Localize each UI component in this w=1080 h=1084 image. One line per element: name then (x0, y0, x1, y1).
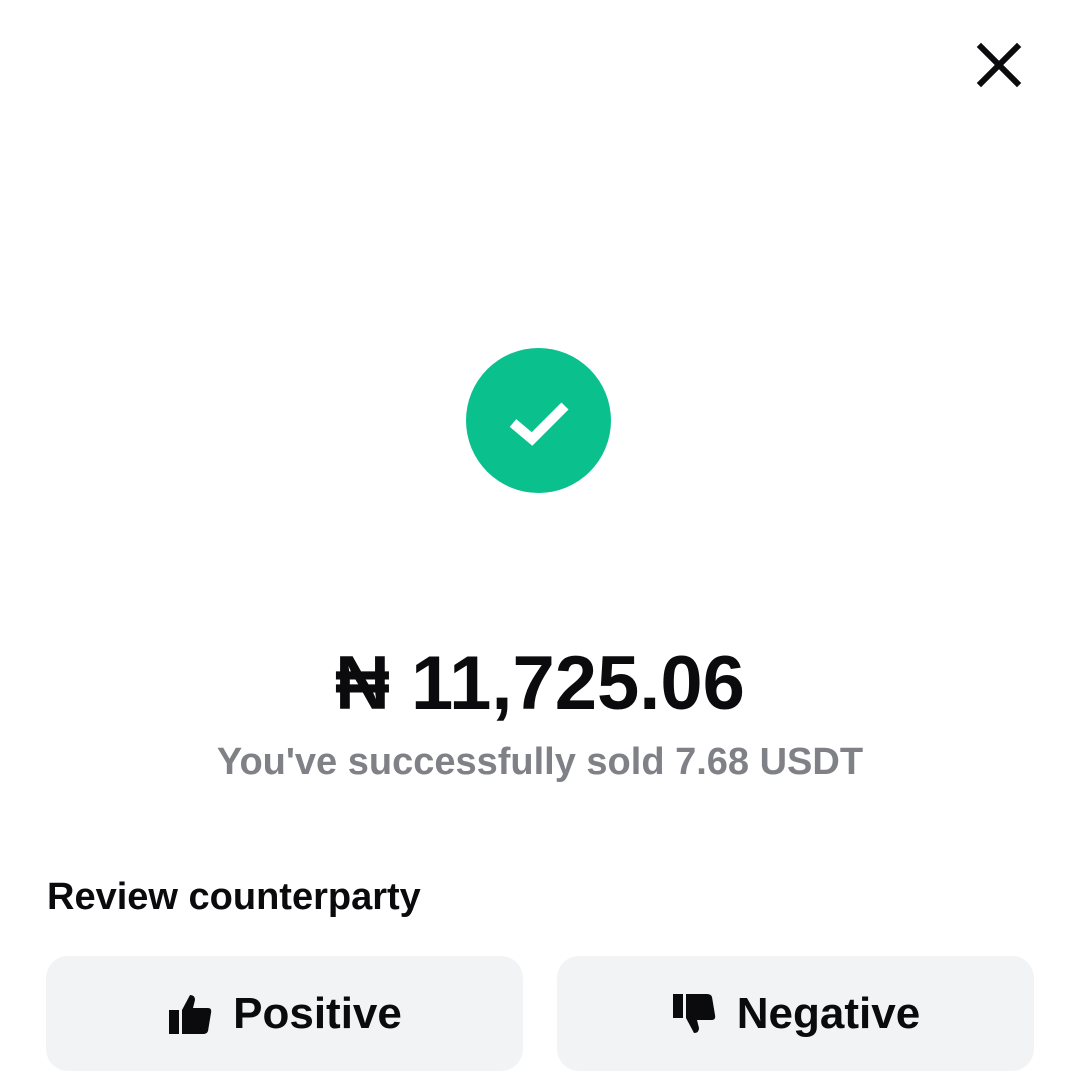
success-message: You've successfully sold 7.68 USDT (216, 741, 864, 783)
checkmark-icon (509, 401, 569, 446)
close-icon (976, 42, 1022, 88)
negative-review-button[interactable]: Negative (557, 956, 1034, 1071)
thumbs-up-icon (167, 991, 213, 1037)
review-heading: Review counterparty (47, 876, 421, 918)
negative-label: Negative (736, 988, 921, 1038)
close-button[interactable] (970, 36, 1028, 94)
positive-label: Positive (233, 988, 402, 1038)
sold-amount: ₦ 11,725.06 (335, 641, 745, 726)
success-badge (466, 348, 611, 493)
thumbs-down-icon (671, 991, 717, 1037)
positive-review-button[interactable]: Positive (46, 956, 523, 1071)
